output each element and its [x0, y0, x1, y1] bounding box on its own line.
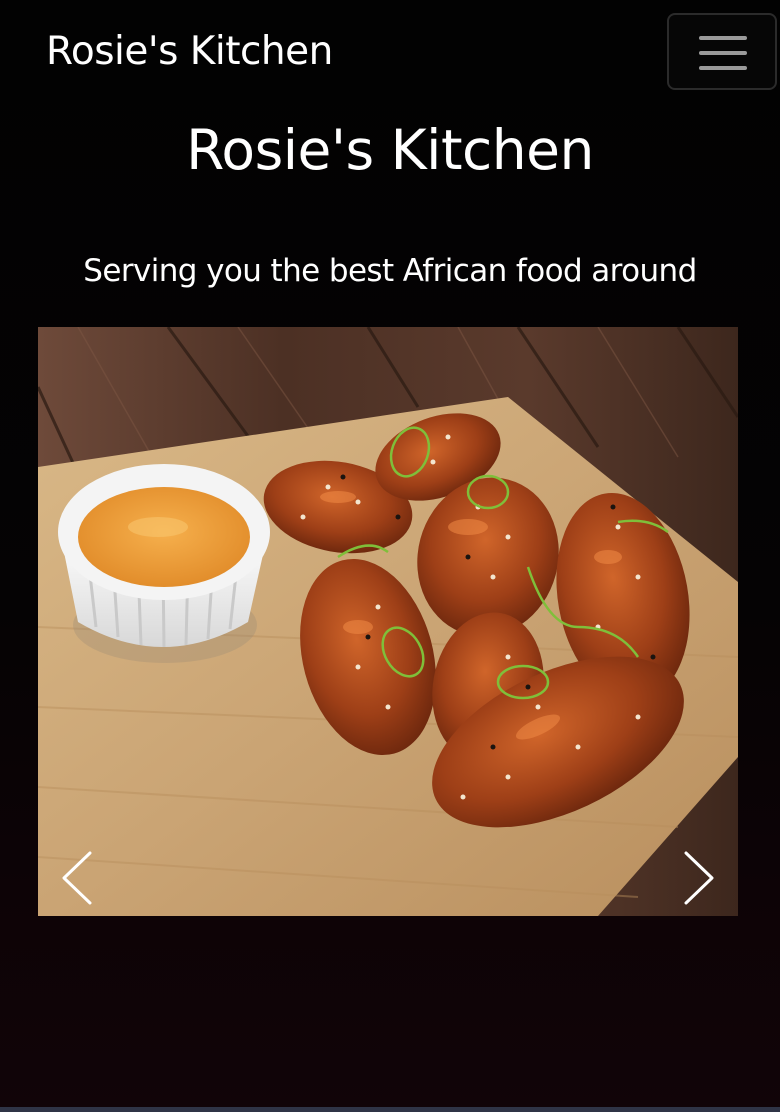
hamburger-menu-icon — [699, 36, 747, 40]
hamburger-menu-icon — [699, 51, 747, 55]
navbar-brand[interactable]: Rosie's Kitchen — [46, 26, 333, 78]
bottom-divider — [0, 1107, 780, 1112]
hamburger-menu-icon — [699, 66, 747, 70]
chevron-right-icon — [684, 851, 714, 905]
carousel-prev-button[interactable] — [38, 827, 108, 916]
carousel-image — [38, 327, 738, 916]
page-title: Rosie's Kitchen — [186, 118, 594, 182]
image-carousel — [38, 327, 738, 916]
tagline: Serving you the best African food around — [83, 253, 697, 289]
navbar-toggle-button[interactable] — [667, 13, 777, 90]
navbar: Rosie's Kitchen — [0, 0, 780, 104]
chevron-left-icon — [62, 851, 92, 905]
carousel-next-button[interactable] — [668, 827, 738, 916]
